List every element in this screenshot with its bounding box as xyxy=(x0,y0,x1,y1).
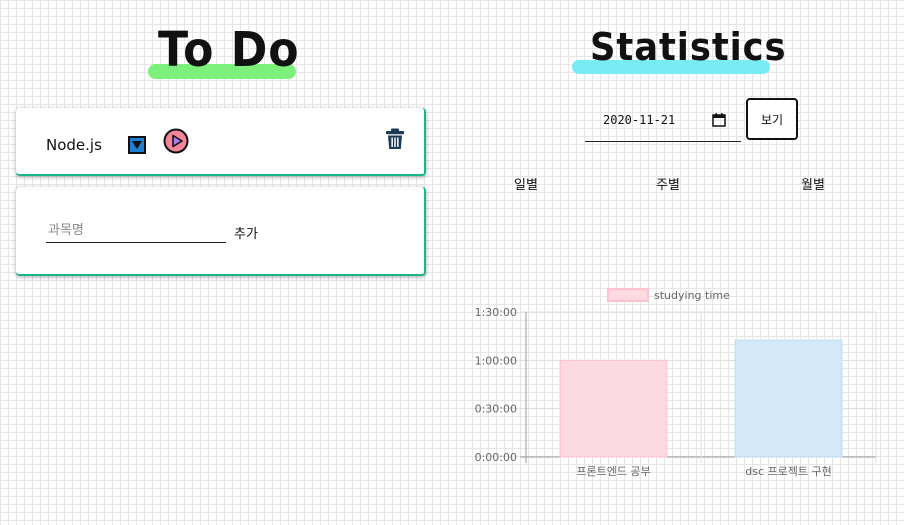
study-time-chart: 0:00:00 0:30:00 1:00:00 1:30:00 프론트엔드 공부 dsc … xyxy=(475,288,877,478)
legend-swatch xyxy=(607,288,649,302)
tab-monthly[interactable]: 월별 xyxy=(801,174,825,193)
add-button[interactable]: 추가 xyxy=(234,223,258,242)
y-tick-label: 1:00:00 xyxy=(475,354,517,367)
y-tick-label: 0:30:00 xyxy=(475,403,517,416)
statistics-title: Statistics xyxy=(590,25,787,69)
bar xyxy=(559,359,668,458)
subject-card: Node.js xyxy=(16,108,426,176)
triangle-down-icon xyxy=(132,141,142,149)
subject-name-input[interactable] xyxy=(46,219,226,243)
x-tick-label: 프론트엔드 공부 xyxy=(576,465,650,478)
play-button[interactable] xyxy=(163,128,189,154)
tab-weekly[interactable]: 주별 xyxy=(656,174,680,193)
todo-title: To Do xyxy=(158,22,300,78)
trash-icon[interactable] xyxy=(385,128,405,150)
legend-label: studying time xyxy=(654,289,730,302)
date-input[interactable]: 2020-11-21 xyxy=(585,103,741,142)
y-tick-label: 0:00:00 xyxy=(475,451,517,464)
x-tick-label: dsc 프로젝트 구현 xyxy=(745,465,831,478)
view-button[interactable]: 보기 xyxy=(746,98,798,140)
add-subject-card: 추가 xyxy=(16,187,426,276)
calendar-icon[interactable] xyxy=(712,113,726,127)
subject-name: Node.js xyxy=(46,136,102,154)
tab-daily[interactable]: 일별 xyxy=(514,174,538,193)
bar xyxy=(734,339,843,458)
y-tick-label: 1:30:00 xyxy=(475,306,517,319)
dropdown-toggle-button[interactable] xyxy=(128,136,146,154)
date-value: 2020-11-21 xyxy=(603,113,676,127)
